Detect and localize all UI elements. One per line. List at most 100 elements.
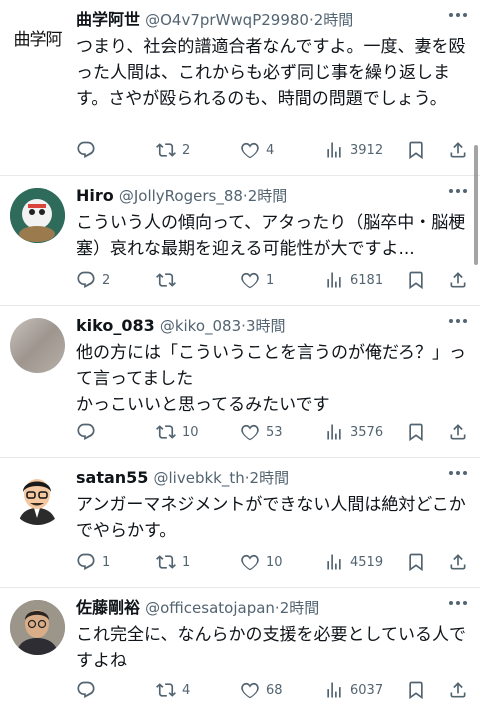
views-icon: [324, 422, 344, 442]
avatar[interactable]: [10, 600, 65, 655]
more-icon[interactable]: [448, 188, 468, 194]
handle[interactable]: @officesatojapan: [145, 599, 275, 617]
tweet-3[interactable]: kiko_083 @kiko_083·3時間 他の方には「こういうことを言うのが…: [0, 306, 480, 458]
tweet-5[interactable]: 佐藤剛裕 @officesatojapan·2時間 これ完全に、なんらかの支援を…: [0, 588, 480, 713]
action-bar: 2 1 6181: [72, 266, 470, 294]
share-button[interactable]: [448, 266, 468, 294]
timestamp[interactable]: 2時間: [280, 599, 320, 617]
retweet-button[interactable]: 1: [156, 548, 190, 576]
tweet-text: つまり、社会的譜適合者なんですよ。一度、妻を殴った人間は、これからも必ず同じ事を…: [76, 37, 466, 109]
reply-icon: [76, 552, 96, 572]
like-icon: [240, 680, 260, 700]
views-button[interactable]: 3912: [324, 136, 383, 164]
tweet-text: 他の方には「こういうことを言うのが俺だろ？」って言ってました かっこいいと思って…: [76, 343, 466, 415]
bookmark-button[interactable]: [406, 136, 426, 164]
like-button[interactable]: 53: [240, 418, 283, 446]
bookmark-icon: [406, 140, 426, 160]
bookmark-button[interactable]: [406, 548, 426, 576]
action-bar: 10 53 3576: [72, 418, 470, 446]
reply-icon: [76, 422, 96, 442]
timestamp[interactable]: 2時間: [250, 469, 290, 487]
like-icon: [240, 552, 260, 572]
share-icon: [448, 422, 468, 442]
bookmark-button[interactable]: [406, 676, 426, 704]
tweet-1[interactable]: 曲学阿 曲学阿世 @O4v7prWwqP29980·2時間 つまり、社会的譜適合…: [0, 0, 480, 176]
more-icon[interactable]: [448, 470, 468, 476]
like-button[interactable]: 10: [240, 548, 283, 576]
scrollbar[interactable]: [474, 145, 478, 265]
display-name[interactable]: 曲学阿世: [76, 10, 140, 29]
retweet-count: 4: [182, 682, 191, 698]
avatar[interactable]: [10, 470, 65, 525]
tweet-text: アンガーマネジメントができない人間は絶対どこかでやらかす。: [76, 495, 466, 541]
tweet-header: kiko_083 @kiko_083·3時間: [76, 314, 430, 338]
views-button[interactable]: 4519: [324, 548, 383, 576]
bookmark-button[interactable]: [406, 266, 426, 294]
reply-button[interactable]: 2: [76, 266, 110, 294]
retweet-icon: [156, 552, 176, 572]
handle[interactable]: @O4v7prWwqP29980: [145, 11, 309, 29]
share-icon: [448, 140, 468, 160]
avatar-image: [10, 600, 65, 655]
bookmark-button[interactable]: [406, 418, 426, 446]
bookmark-icon: [406, 552, 426, 572]
reply-icon: [76, 270, 96, 290]
share-button[interactable]: [448, 548, 468, 576]
handle[interactable]: @JollyRogers_88: [119, 187, 243, 205]
share-button[interactable]: [448, 676, 468, 704]
like-button[interactable]: 1: [240, 266, 274, 294]
views-button[interactable]: 3576: [324, 418, 383, 446]
like-button[interactable]: 4: [240, 136, 274, 164]
display-name[interactable]: 佐藤剛裕: [76, 598, 140, 617]
display-name[interactable]: Hiro: [76, 186, 114, 205]
handle[interactable]: @kiko_083: [160, 317, 241, 335]
reply-count: 2: [102, 272, 111, 288]
retweet-button[interactable]: [156, 266, 182, 294]
tweet-header: 曲学阿世 @O4v7prWwqP29980·2時間: [76, 8, 430, 32]
share-button[interactable]: [448, 418, 468, 446]
action-bar: 4 68 6037: [72, 676, 470, 704]
retweet-icon: [156, 680, 176, 700]
avatar-image: [10, 188, 65, 243]
display-name[interactable]: kiko_083: [76, 316, 155, 335]
avatar[interactable]: [10, 188, 65, 243]
views-icon: [324, 680, 344, 700]
views-count: 4519: [350, 554, 384, 570]
timestamp[interactable]: 2時間: [248, 187, 288, 205]
display-name[interactable]: satan55: [76, 468, 148, 487]
like-count: 53: [266, 424, 283, 440]
retweet-button[interactable]: 10: [156, 418, 199, 446]
views-count: 3912: [350, 142, 384, 158]
timestamp[interactable]: 2時間: [314, 11, 354, 29]
views-button[interactable]: 6037: [324, 676, 383, 704]
more-icon[interactable]: [448, 600, 468, 606]
handle[interactable]: @livebkk_th: [154, 469, 245, 487]
reply-button[interactable]: [76, 418, 102, 446]
timestamp[interactable]: 3時間: [246, 317, 286, 335]
reply-button[interactable]: [76, 136, 102, 164]
reply-icon: [76, 680, 96, 700]
avatar-logo-text: 曲学阿: [13, 30, 63, 50]
more-icon[interactable]: [448, 318, 468, 324]
views-count: 3576: [350, 424, 384, 440]
tweet-4[interactable]: satan55 @livebkk_th·2時間 アンガーマネジメントができない人…: [0, 458, 480, 588]
share-button[interactable]: [448, 136, 468, 164]
more-icon[interactable]: [448, 12, 468, 18]
views-count: 6181: [350, 272, 384, 288]
like-button[interactable]: 68: [240, 676, 283, 704]
retweet-count: 2: [182, 142, 191, 158]
reply-button[interactable]: [76, 676, 102, 704]
tweet-2[interactable]: Hiro @JollyRogers_88·2時間 こういう人の傾向って、アタった…: [0, 176, 480, 306]
tweet-text: こういう人の傾向って、アタったり（脳卒中・脳梗塞）哀れな最期を迎える可能性が大で…: [76, 213, 466, 259]
avatar[interactable]: 曲学阿: [10, 10, 65, 65]
share-icon: [448, 270, 468, 290]
like-icon: [240, 270, 260, 290]
views-icon: [324, 140, 344, 160]
reply-button[interactable]: 1: [76, 548, 110, 576]
like-count: 1: [266, 272, 275, 288]
views-button[interactable]: 6181: [324, 266, 383, 294]
retweet-button[interactable]: 2: [156, 136, 190, 164]
tweet-header: satan55 @livebkk_th·2時間: [76, 466, 430, 490]
retweet-button[interactable]: 4: [156, 676, 190, 704]
avatar[interactable]: [10, 318, 65, 373]
